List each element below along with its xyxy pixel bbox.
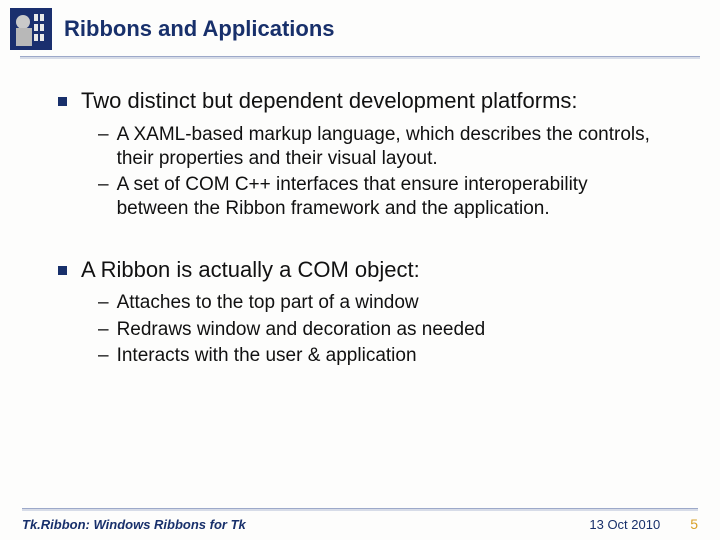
bullet-main: A Ribbon is actually a COM object:	[58, 256, 662, 284]
sub-item: – Interacts with the user & application	[98, 344, 662, 368]
slide-footer: Tk.Ribbon: Windows Ribbons for Tk 13 Oct…	[0, 508, 720, 532]
bullet-block: Two distinct but dependent development p…	[58, 87, 662, 222]
footer-date: 13 Oct 2010	[589, 517, 660, 532]
sub-text: A set of COM C++ interfaces that ensure …	[117, 173, 662, 222]
sub-item: – A set of COM C++ interfaces that ensur…	[98, 173, 662, 222]
slide-content: Two distinct but dependent development p…	[0, 59, 720, 368]
footer-row: Tk.Ribbon: Windows Ribbons for Tk 13 Oct…	[22, 516, 698, 532]
slide-title: Ribbons and Applications	[64, 16, 335, 42]
bullet-block: A Ribbon is actually a COM object: – Att…	[58, 256, 662, 368]
dash-icon: –	[98, 173, 109, 197]
logo-icon	[10, 8, 52, 50]
bullet-main: Two distinct but dependent development p…	[58, 87, 662, 115]
sub-item: – A XAML-based markup language, which de…	[98, 123, 662, 172]
bullet-text: A Ribbon is actually a COM object:	[81, 256, 420, 284]
sub-item: – Attaches to the top part of a window	[98, 291, 662, 315]
sub-list: – A XAML-based markup language, which de…	[58, 123, 662, 222]
sub-text: Attaches to the top part of a window	[117, 291, 419, 315]
sub-text: Interacts with the user & application	[117, 344, 417, 368]
sub-item: – Redraws window and decoration as neede…	[98, 318, 662, 342]
sub-text: Redraws window and decoration as needed	[117, 318, 486, 342]
dash-icon: –	[98, 291, 109, 315]
square-bullet-icon	[58, 266, 67, 275]
square-bullet-icon	[58, 97, 67, 106]
footer-left-text: Tk.Ribbon: Windows Ribbons for Tk	[22, 517, 589, 532]
sub-text: A XAML-based markup language, which desc…	[117, 123, 662, 172]
bullet-text: Two distinct but dependent development p…	[81, 87, 578, 115]
dash-icon: –	[98, 123, 109, 147]
sub-list: – Attaches to the top part of a window –…	[58, 291, 662, 368]
footer-rule	[22, 508, 698, 511]
dash-icon: –	[98, 344, 109, 368]
header-rule-wrap	[0, 50, 720, 59]
dash-icon: –	[98, 318, 109, 342]
slide-header: Ribbons and Applications	[0, 0, 720, 50]
footer-page-number: 5	[690, 516, 698, 532]
